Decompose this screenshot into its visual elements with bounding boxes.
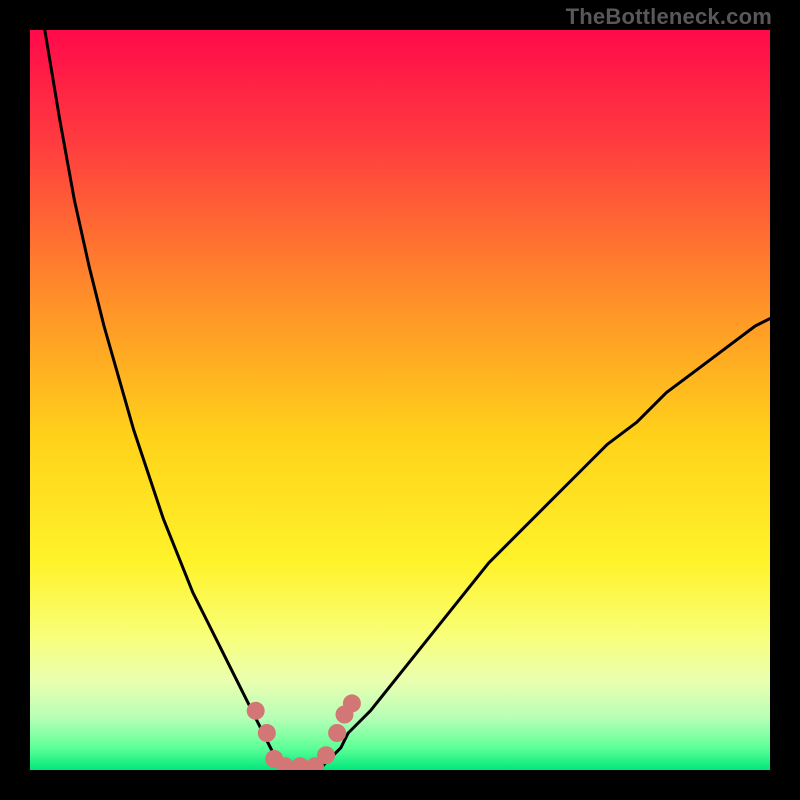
marker-point xyxy=(258,724,276,742)
marker-point xyxy=(328,724,346,742)
marker-point xyxy=(247,702,265,720)
plot-area xyxy=(30,30,770,770)
chart-frame: TheBottleneck.com xyxy=(0,0,800,800)
marker-point xyxy=(343,694,361,712)
marker-point xyxy=(317,746,335,764)
chart-svg xyxy=(30,30,770,770)
watermark-text: TheBottleneck.com xyxy=(566,4,772,30)
